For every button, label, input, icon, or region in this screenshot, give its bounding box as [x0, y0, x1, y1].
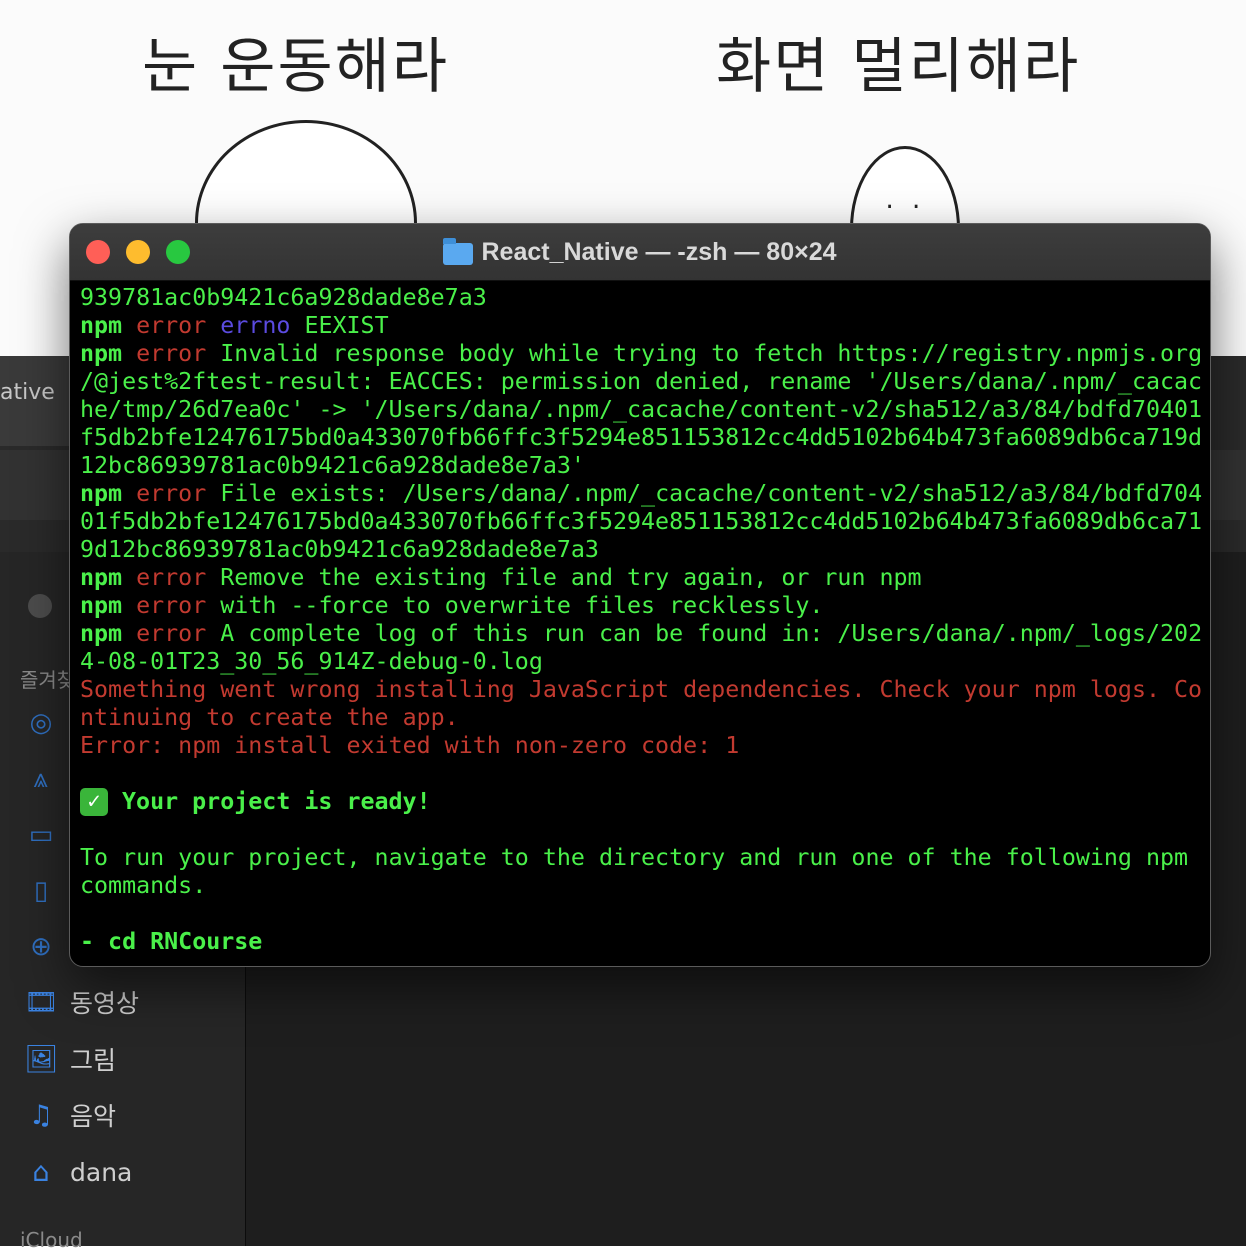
sidebar-item-music[interactable]: ♫ 음악 — [24, 1095, 116, 1135]
background-tab[interactable]: ative — [0, 356, 80, 446]
line-text: File exists: /Users/dana/.npm/_cacache/c… — [220, 480, 1203, 507]
error-tag: error — [136, 312, 207, 339]
window-title: React_Native — -zsh — 80×24 — [70, 224, 1210, 280]
success-message: Your project is ready! — [122, 788, 431, 815]
npm-prefix: npm — [80, 312, 123, 339]
line-text: 4-08-01T23_30_56_914Z-debug-0.log — [80, 648, 543, 675]
documents-icon[interactable]: ▯ — [24, 876, 58, 906]
line-text: 01f5db2bfe12476175bd0a433070fb66ffc3f529… — [80, 508, 1203, 535]
terminal-line: 12bc86939781ac0b9421c6a928dade8e7a3' — [80, 452, 1202, 480]
sidebar-item-home[interactable]: ⌂ dana — [24, 1152, 132, 1192]
terminal-line: 4-08-01T23_30_56_914Z-debug-0.log — [80, 648, 1202, 676]
terminal-line: he/tmp/26d7ea0c' -> '/Users/dana/.npm/_c… — [80, 396, 1202, 424]
folder-icon — [443, 238, 474, 265]
terminal-line: To run your project, navigate to the dir… — [80, 844, 1202, 872]
terminal-line: npm error A complete log of this run can… — [80, 620, 1202, 648]
terminal-output[interactable]: 939781ac0b9421c6a928dade8e7a3 npm error … — [80, 284, 1202, 964]
terminal-line: ✓ Your project is ready! — [80, 788, 1202, 816]
line-text: commands. — [80, 872, 207, 899]
applications-icon[interactable]: ⩓ — [24, 764, 58, 795]
sidebar-item-label: dana — [70, 1157, 133, 1187]
wallpaper-caption-left: 눈 운동해라 — [142, 32, 450, 102]
error-tag: error — [136, 564, 207, 591]
terminal-line: npm error Remove the existing file and t… — [80, 564, 1202, 592]
line-text: f5db2bfe12476175bd0a433070fb66ffc3f5294e… — [80, 424, 1203, 451]
line-text: /@jest%2ftest-result: EACCES: permission… — [80, 368, 1203, 395]
sidebar-item-label: 그림 — [70, 1046, 117, 1075]
error-message: Something went wrong installing JavaScri… — [80, 676, 1203, 703]
wallpaper-caption-right: 화면 멀리해라 — [716, 32, 1081, 102]
background-tab-label: ative — [0, 380, 55, 405]
error-message: Error: npm install exited with non-zero … — [80, 732, 740, 759]
sidebar-heading-icloud: iCloud — [20, 1228, 83, 1252]
error-tag: error — [136, 620, 207, 647]
sidebar-item-label: 음악 — [70, 1102, 117, 1131]
terminal-line: npm error File exists: /Users/dana/.npm/… — [80, 480, 1202, 508]
downloads-icon[interactable]: ⊕ — [24, 932, 58, 962]
terminal-line: 939781ac0b9421c6a928dade8e7a3 — [80, 284, 1202, 312]
npm-prefix: npm — [80, 564, 123, 591]
window-control-dot[interactable] — [28, 594, 52, 618]
window-title-text: React_Native — -zsh — 80×24 — [481, 237, 837, 266]
terminal-titlebar[interactable]: React_Native — -zsh — 80×24 — [70, 224, 1210, 281]
terminal-line: npm error errno EEXIST — [80, 312, 1202, 340]
terminal-line: npm error Invalid response body while tr… — [80, 340, 1202, 368]
error-tag: error — [136, 480, 207, 507]
npm-prefix: npm — [80, 620, 123, 647]
line-text: Invalid response body while trying to fe… — [220, 340, 1203, 367]
home-icon: ⌂ — [32, 1156, 50, 1188]
desktop-icon[interactable]: ▭ — [24, 820, 58, 850]
terminal-line: 9d12bc86939781ac0b9421c6a928dade8e7a3 — [80, 536, 1202, 564]
terminal-line: npm error with --force to overwrite file… — [80, 592, 1202, 620]
picture-icon: 🖼 — [24, 1044, 59, 1075]
npm-prefix: npm — [80, 592, 123, 619]
npm-prefix: npm — [80, 480, 123, 507]
line-text: 9d12bc86939781ac0b9421c6a928dade8e7a3 — [80, 536, 599, 563]
error-message: ntinuing to create the app. — [80, 704, 459, 731]
sidebar-item-pictures[interactable]: 🖼 그림 — [24, 1039, 116, 1079]
line-text: EEXIST — [304, 312, 389, 339]
terminal-line: - cd RNCourse — [80, 928, 1202, 956]
line-text: 939781ac0b9421c6a928dade8e7a3 — [80, 284, 487, 311]
error-tag: error — [136, 340, 207, 367]
check-mark-icon: ✓ — [80, 788, 108, 816]
line-text: he/tmp/26d7ea0c' -> '/Users/dana/.npm/_c… — [80, 396, 1203, 423]
terminal-line: commands. — [80, 872, 1202, 900]
sidebar-item-label: 동영상 — [70, 989, 140, 1018]
terminal-line: Error: npm install exited with non-zero … — [80, 732, 1202, 760]
terminal-line: ntinuing to create the app. — [80, 704, 1202, 732]
npm-prefix: npm — [80, 340, 123, 367]
terminal-window[interactable]: React_Native — -zsh — 80×24 939781ac0b94… — [69, 223, 1211, 967]
line-text: To run your project, navigate to the dir… — [80, 844, 1189, 871]
errno-tag: errno — [220, 312, 291, 339]
character-face: · · — [883, 195, 923, 220]
line-text: Remove the existing file and try again, … — [220, 564, 922, 591]
film-icon: 🎞 — [24, 987, 59, 1018]
line-text: with --force to overwrite files reckless… — [220, 592, 824, 619]
terminal-line: /@jest%2ftest-result: EACCES: permission… — [80, 368, 1202, 396]
sidebar-item-movies[interactable]: 🎞 동영상 — [24, 982, 139, 1022]
line-text: 12bc86939781ac0b9421c6a928dade8e7a3' — [80, 452, 585, 479]
music-note-icon: ♫ — [28, 1099, 54, 1131]
terminal-line: f5db2bfe12476175bd0a433070fb66ffc3f5294e… — [80, 424, 1202, 452]
terminal-line: 01f5db2bfe12476175bd0a433070fb66ffc3f529… — [80, 508, 1202, 536]
terminal-line: Something went wrong installing JavaScri… — [80, 676, 1202, 704]
sidebar-heading-favorites: 즐겨찾 — [20, 668, 76, 692]
airdrop-icon[interactable]: ◎ — [24, 708, 58, 738]
command-hint: - cd RNCourse — [80, 928, 263, 955]
error-tag: error — [136, 592, 207, 619]
line-text: A complete log of this run can be found … — [220, 620, 1203, 647]
